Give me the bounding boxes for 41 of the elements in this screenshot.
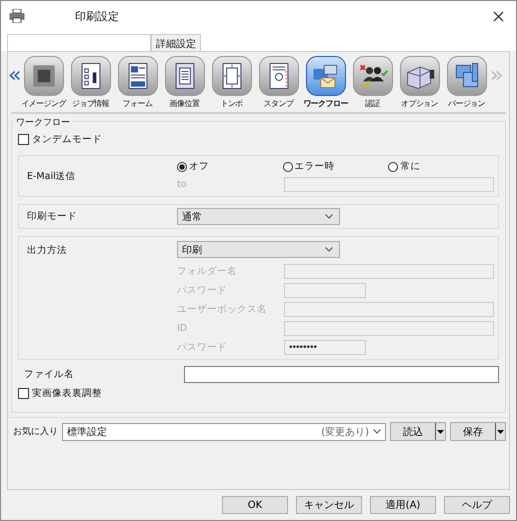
button[interactable]: 適用(A) [370,496,436,514]
radio-button[interactable] [388,162,398,172]
field-label: パスワード [177,284,228,297]
caret-icon [497,430,504,434]
button[interactable]: OK [222,496,288,514]
checkbox-label: 実画像表裏調整 [32,387,102,400]
caret-icon [437,430,444,434]
window-title: 印刷設定 [75,8,120,24]
group-title: ワークフロー [14,116,72,129]
field-label: 印刷モード [27,210,78,223]
field-label: E-Mail送信 [27,170,77,182]
button[interactable]: ヘルプ [444,496,510,514]
chevron-down-icon [325,214,333,219]
favorites-dropdown[interactable]: 標準設定 (変更あり) [62,422,386,440]
checkbox[interactable] [18,388,29,399]
field-label: ユーザーボックス名 [177,303,268,316]
dropdown[interactable]: 通常 [177,208,340,225]
input-field[interactable] [184,366,499,383]
field-label: to [177,179,188,190]
dropdown[interactable]: 印刷 [177,241,340,258]
radio-label: エラー時 [294,160,335,173]
field-label: フォルダー名 [177,265,238,278]
printer-icon [9,9,25,23]
tab[interactable]: 詳細設定 [151,34,201,51]
scroll-left-button[interactable]: « [8,65,20,87]
chevron-down-icon [325,247,333,252]
chevron-down-icon [373,429,381,434]
checkbox[interactable] [18,134,29,145]
dropdown-button[interactable] [435,423,445,440]
radio-button[interactable] [177,162,187,172]
radio-label: 常に [400,160,420,173]
radio-label: オフ [189,160,209,173]
field-label: お気に入り [13,426,58,438]
field-label: ID [177,323,188,334]
checkbox-label: タンデムモード [32,133,102,146]
dropdown-button[interactable] [495,423,505,440]
button[interactable]: キャンセル [296,496,362,514]
radio-button[interactable] [282,162,293,172]
field-label: 出力方法 [27,244,68,257]
field-label: パスワード [177,341,228,354]
field-label: ファイル名 [24,368,75,381]
